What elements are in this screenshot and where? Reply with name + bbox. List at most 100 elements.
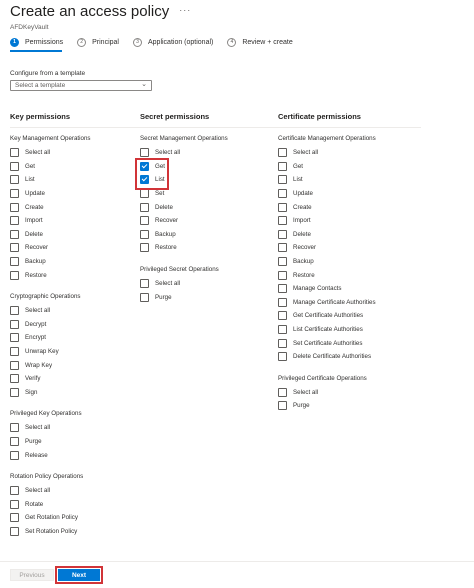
checkbox-icon[interactable] [278,311,287,321]
checkbox-icon[interactable] [278,189,287,199]
checkbox-icon[interactable] [278,401,287,411]
key-checkbox-get-rotation-policy[interactable]: Get Rotation Policy [10,511,153,525]
checkbox-icon[interactable] [278,148,287,158]
checkbox-icon[interactable] [10,202,19,212]
certificate-checkbox-backup[interactable]: Backup [278,255,421,269]
tab-application[interactable]: 3 Application (optional) [132,38,213,47]
checkbox-icon[interactable] [10,513,19,523]
checkbox-icon[interactable] [10,333,19,343]
certificate-checkbox-manage-certificate-authorities[interactable]: Manage Certificate Authorities [278,296,421,310]
checkbox-icon[interactable] [140,292,149,302]
checkbox-icon[interactable] [140,189,149,199]
certificate-checkbox-restore[interactable]: Restore [278,268,421,282]
certificate-checkbox-delete-certificate-authorities[interactable]: Delete Certificate Authorities [278,350,421,364]
next-button[interactable]: Next [58,569,100,581]
certificate-checkbox-select-all[interactable]: Select all [278,386,421,400]
checkbox-icon[interactable] [10,526,19,536]
checkbox-icon[interactable] [278,229,287,239]
checkbox-icon[interactable] [140,243,149,253]
key-checkbox-release[interactable]: Release [10,448,153,462]
checkbox-icon[interactable] [278,270,287,280]
checkbox-icon[interactable] [10,189,19,199]
checkbox-icon[interactable] [10,450,19,460]
certificate-checkbox-list[interactable]: List [278,173,421,187]
tab-review-create[interactable]: 4 Review + create [227,38,293,47]
key-checkbox-restore[interactable]: Restore [10,268,153,282]
template-dropdown[interactable]: Select a template ⌄ [10,80,152,91]
key-checkbox-wrap-key[interactable]: Wrap Key [10,358,153,372]
certificate-checkbox-manage-contacts[interactable]: Manage Contacts [278,282,421,296]
certificate-checkbox-update[interactable]: Update [278,187,421,201]
checkbox-icon[interactable] [278,387,287,397]
secret-checkbox-select-all[interactable]: Select all [140,277,283,291]
key-checkbox-recover[interactable]: Recover [10,241,153,255]
secret-checkbox-restore[interactable]: Restore [140,241,283,255]
key-checkbox-select-all[interactable]: Select all [10,304,153,318]
key-checkbox-verify[interactable]: Verify [10,372,153,386]
certificate-checkbox-create[interactable]: Create [278,200,421,214]
checkbox-icon[interactable] [140,216,149,226]
key-checkbox-decrypt[interactable]: Decrypt [10,318,153,332]
key-checkbox-sign[interactable]: Sign [10,386,153,400]
key-checkbox-select-all[interactable]: Select all [10,146,153,160]
checkbox-icon[interactable] [10,374,19,384]
certificate-checkbox-delete[interactable]: Delete [278,228,421,242]
checkbox-icon[interactable] [10,161,19,171]
key-checkbox-select-all[interactable]: Select all [10,484,153,498]
previous-button[interactable]: Previous [10,569,54,581]
checkbox-icon[interactable] [10,306,19,316]
checkbox-icon[interactable] [10,270,19,280]
key-checkbox-set-rotation-policy[interactable]: Set Rotation Policy [10,525,153,539]
checkbox-icon[interactable] [10,243,19,253]
key-checkbox-delete[interactable]: Delete [10,228,153,242]
checkbox-icon[interactable] [10,148,19,158]
certificate-checkbox-get[interactable]: Get [278,160,421,174]
checkbox-icon[interactable] [10,216,19,226]
certificate-checkbox-recover[interactable]: Recover [278,241,421,255]
checkbox-icon[interactable] [10,175,19,185]
checkbox-icon[interactable] [140,279,149,289]
checkbox-icon[interactable] [278,257,287,267]
checkbox-icon[interactable] [278,175,287,185]
key-checkbox-import[interactable]: Import [10,214,153,228]
secret-checkbox-purge[interactable]: Purge [140,290,283,304]
key-checkbox-list[interactable]: List [10,173,153,187]
checkbox-icon[interactable] [140,229,149,239]
key-checkbox-create[interactable]: Create [10,200,153,214]
checkbox-icon[interactable] [140,148,149,158]
checkbox-icon[interactable] [278,216,287,226]
checkbox-icon[interactable] [10,436,19,446]
checkbox-icon[interactable] [278,284,287,294]
checkbox-icon[interactable] [10,257,19,267]
certificate-checkbox-import[interactable]: Import [278,214,421,228]
checkbox-icon[interactable] [10,229,19,239]
checkbox-icon[interactable] [278,325,287,335]
certificate-checkbox-select-all[interactable]: Select all [278,146,421,160]
key-checkbox-rotate[interactable]: Rotate [10,497,153,511]
checkbox-icon[interactable] [10,319,19,329]
secret-checkbox-recover[interactable]: Recover [140,214,283,228]
secret-checkbox-delete[interactable]: Delete [140,200,283,214]
key-checkbox-purge[interactable]: Purge [10,435,153,449]
checkbox-icon[interactable] [140,202,149,212]
certificate-checkbox-purge[interactable]: Purge [278,399,421,413]
checkbox-icon[interactable] [278,243,287,253]
checkbox-icon[interactable] [278,352,287,362]
more-options-icon[interactable]: ··· [179,5,191,15]
checkbox-icon[interactable] [10,499,19,509]
tab-permissions[interactable]: 1 Permissions [10,38,63,47]
certificate-checkbox-get-certificate-authorities[interactable]: Get Certificate Authorities [278,309,421,323]
key-checkbox-select-all[interactable]: Select all [10,421,153,435]
tab-principal[interactable]: 2 Principal [77,38,119,47]
checkbox-icon[interactable] [278,161,287,171]
checkbox-icon[interactable] [10,347,19,357]
key-checkbox-unwrap-key[interactable]: Unwrap Key [10,345,153,359]
checkbox-icon[interactable] [10,387,19,397]
certificate-checkbox-set-certificate-authorities[interactable]: Set Certificate Authorities [278,336,421,350]
secret-checkbox-backup[interactable]: Backup [140,228,283,242]
key-checkbox-get[interactable]: Get [10,160,153,174]
checkbox-icon[interactable] [278,297,287,307]
certificate-checkbox-list-certificate-authorities[interactable]: List Certificate Authorities [278,323,421,337]
checkbox-icon[interactable] [10,423,19,433]
key-checkbox-encrypt[interactable]: Encrypt [10,331,153,345]
